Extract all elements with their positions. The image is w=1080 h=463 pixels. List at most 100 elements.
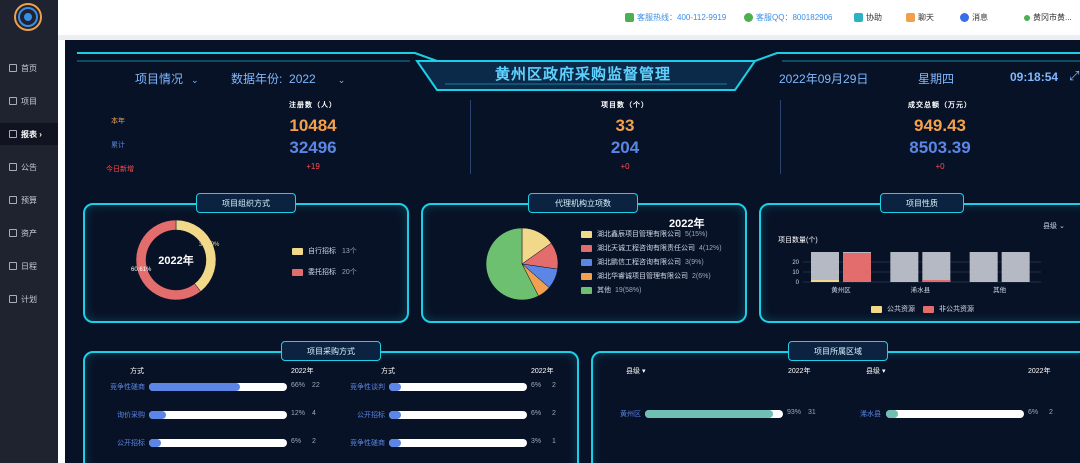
agency-legend-item[interactable]: 其他 19(58%)	[581, 285, 641, 295]
legend-name: 公共资源	[887, 306, 915, 313]
nature-bar-chart: 20 10 0 黄州区 浠水县 其他	[792, 252, 1041, 294]
stat-cumulative-value: 32496	[289, 138, 337, 157]
donut-label-entrusted: 60.61%	[131, 267, 152, 273]
project-status-select[interactable]: 项目情况 ⌄	[135, 70, 199, 87]
sidebar-item-label: 日程	[21, 261, 37, 271]
progress-fill	[389, 439, 401, 447]
notice-icon	[9, 163, 17, 171]
stat-projects: 项目数（个） 33 204 +0	[575, 100, 675, 171]
legend-swatch	[581, 244, 592, 252]
year-select[interactable]: 数据年份: 2022 ⌄	[231, 70, 345, 87]
panel-agency-title: 代理机构立项数	[528, 193, 638, 213]
user-menu[interactable]: 黄冈市黄...	[1024, 12, 1072, 23]
sidebar-item-notice[interactable]: 公告	[0, 156, 58, 178]
messages-button[interactable]: 消息	[960, 12, 988, 23]
current-time: 09:18:54	[1010, 70, 1059, 84]
bar-percent: 6%	[291, 438, 302, 445]
bar-percent: 6%	[1028, 409, 1039, 416]
bar-label: 黄州区	[620, 411, 641, 418]
sidebar-item-asset[interactable]: 资产	[0, 222, 58, 244]
sidebar-item-budget[interactable]: 预算	[0, 189, 58, 211]
region-level-select-left[interactable]: 县级 ▾	[626, 366, 645, 376]
agency-legend-item[interactable]: 湖北鑫辰项目管理有限公司 5(15%)	[581, 229, 708, 239]
progress-track	[149, 439, 287, 447]
stat-today-new-value: +0	[935, 162, 945, 171]
legend-count: 13个	[342, 248, 357, 255]
hotline-text: 客服热线：400-112-9919	[637, 13, 727, 22]
legend-value: 19(58%)	[615, 286, 642, 294]
bar-count: 2	[552, 382, 556, 389]
panel-nature-title: 项目性质	[880, 193, 964, 213]
stat-title: 成交总额（万元）	[908, 102, 972, 109]
sidebar-item-label: 计划	[21, 294, 37, 304]
stat-title: 注册数（人）	[289, 102, 337, 109]
stat-divider	[780, 100, 781, 174]
nature-legend-item[interactable]: 公共资源	[871, 304, 915, 314]
progress-track	[149, 383, 287, 391]
legend-name: 委托招标	[308, 269, 336, 276]
sidebar-item-plan[interactable]: 计划	[0, 288, 58, 310]
messages-label: 消息	[972, 13, 988, 22]
bar-non-public	[843, 253, 871, 282]
sidebar-item-report[interactable]: 报表 ›	[0, 123, 58, 145]
app-root: 首页项目报表 › 公告预算资产日程计划 客服热线：400-112-9919 客服Q…	[0, 0, 1080, 463]
plan-icon	[9, 295, 17, 303]
help-button[interactable]: 协助	[854, 12, 882, 23]
top-bar: 客服热线：400-112-9919 客服QQ：800182906 协助 聊天 消…	[58, 0, 1080, 35]
bar-count: 2	[312, 438, 316, 445]
stat-current-year-value: 10484	[289, 116, 337, 135]
folder-icon	[9, 97, 17, 105]
home-icon	[9, 64, 17, 72]
sidebar-item-label: 报表 ›	[21, 129, 42, 139]
chevron-down-icon: ⌄	[1057, 223, 1065, 230]
bar-label: 竞争性磋商	[350, 440, 385, 447]
agency-legend-item[interactable]: 湖北鹏信工程咨询有限公司 3(9%)	[581, 257, 704, 267]
sidebar-item-calendar[interactable]: 日程	[0, 255, 58, 277]
org-legend-item[interactable]: 委托招标 20个	[292, 267, 357, 277]
panel-region	[591, 351, 1080, 463]
fullscreen-icon[interactable]: ⤢	[1069, 68, 1079, 84]
legend-swatch	[871, 305, 882, 313]
stat-current-year-value: 949.43	[914, 116, 966, 135]
bar-background	[811, 252, 839, 282]
panel-region-title: 项目所属区域	[788, 341, 888, 361]
qq-link[interactable]: 客服QQ：800182906	[744, 12, 833, 23]
year-value: 2022	[289, 72, 316, 86]
hotline-link[interactable]: 客服热线：400-112-9919	[625, 12, 726, 23]
stat-divider	[470, 100, 471, 174]
method-year-right: 2022年	[531, 368, 554, 375]
region-level-select-right[interactable]: 县级 ▾	[866, 366, 885, 376]
legend-value: 5(15%)	[685, 230, 708, 238]
agency-pie-chart	[485, 227, 559, 301]
bar-count: 2	[1049, 409, 1053, 416]
x-tick-label: 其他	[993, 285, 1007, 294]
agency-legend-item[interactable]: 湖北天诚工程咨询有限责任公司 4(12%)	[581, 243, 722, 253]
bar-percent: 3%	[531, 438, 542, 445]
level-select-value: 县级	[1043, 223, 1057, 230]
bar-label: 公开招标	[117, 440, 145, 447]
bar-count: 4	[312, 410, 316, 417]
legend-swatch	[581, 230, 592, 238]
legend-name: 湖北华睿诚项目管理有限公司	[597, 273, 688, 280]
current-weekday: 星期四	[918, 72, 955, 86]
sidebar-item-home[interactable]: 首页	[0, 57, 58, 79]
legend-name: 湖北鑫辰项目管理有限公司	[597, 231, 681, 238]
org-legend-item[interactable]: 自行招标 13个	[292, 246, 357, 256]
nature-legend-item[interactable]: 非公共资源	[923, 304, 974, 314]
sidebar: 首页项目报表 › 公告预算资产日程计划	[0, 0, 58, 463]
stat-cumulative-value: 204	[610, 138, 640, 157]
progress-track	[886, 410, 1024, 418]
legend-name: 湖北鹏信工程咨询有限公司	[597, 259, 681, 266]
agency-legend-item[interactable]: 湖北华睿诚项目管理有限公司 2(6%)	[581, 271, 711, 281]
stat-today-new-value: +0	[620, 162, 630, 171]
progress-fill	[149, 383, 241, 391]
bar-label: 竞争性谈判	[350, 384, 385, 391]
chat-button[interactable]: 聊天	[906, 12, 934, 23]
chevron-down-icon: ⌄	[337, 75, 346, 85]
bar-background	[969, 252, 998, 282]
legend-value: 4(12%)	[699, 244, 722, 252]
progress-fill	[389, 411, 401, 419]
level-select[interactable]: 县级 ⌄	[1043, 221, 1065, 231]
sidebar-item-folder[interactable]: 项目	[0, 90, 58, 112]
row-label-current-year: 本年	[111, 118, 125, 125]
